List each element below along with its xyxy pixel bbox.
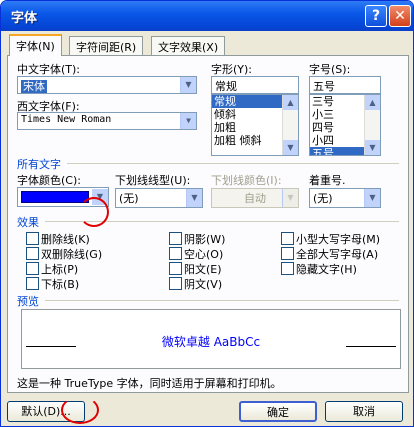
shadow-label: 阴影(W) (184, 233, 226, 246)
dropdown-arrow-icon[interactable]: ▼ (180, 113, 196, 129)
tab-character-spacing[interactable]: 字符间距(R) (69, 36, 144, 57)
font-dialog: 字体 ? ✕ 字体(N) 字符间距(R) 文字效果(X) 中文字体(T): 宋体… (0, 0, 414, 427)
superscript-checkbox[interactable] (26, 262, 39, 275)
small-caps-checkbox[interactable] (281, 232, 294, 245)
scroll-down-icon[interactable]: ▼ (283, 140, 298, 155)
western-font-value: Times New Roman (21, 114, 112, 125)
font-color-swatch (21, 191, 89, 203)
underline-color-label: 下划线颜色(I): (211, 174, 282, 187)
superscript-label: 上标(P) (41, 263, 79, 276)
scroll-up-icon[interactable]: ▲ (283, 95, 298, 110)
scrollbar[interactable]: ▲ ▼ (282, 95, 298, 155)
emphasis-mark-value: (无) (313, 192, 333, 205)
help-button[interactable]: ? (365, 5, 387, 27)
preview-box: 微软卓越 AaBbCc (21, 309, 401, 369)
emboss-label: 阳文(E) (184, 263, 222, 276)
engrave-label: 阴文(V) (184, 278, 223, 291)
underline-color-value: 自动 (244, 192, 266, 205)
emboss-checkbox[interactable] (169, 262, 182, 275)
font-color-label: 字体颜色(C): (17, 174, 81, 187)
subscript-label: 下标(B) (41, 278, 80, 291)
group-divider (45, 300, 399, 301)
dropdown-arrow-icon: ▼ (282, 189, 298, 207)
font-style-label: 字形(Y): (211, 63, 253, 76)
font-size-input[interactable]: 五号 (309, 76, 381, 94)
effects-group-title: 效果 (17, 216, 39, 229)
shadow-checkbox[interactable] (169, 232, 182, 245)
all-text-group-title: 所有文字 (17, 158, 61, 171)
all-caps-checkbox[interactable] (281, 247, 294, 260)
font-style-input[interactable]: 常规 (211, 76, 299, 94)
dialog-title: 字体 (11, 11, 38, 26)
strikethrough-label: 删除线(K) (41, 233, 90, 246)
scroll-up-icon[interactable]: ▲ (365, 95, 380, 110)
hidden-text-label: 隐藏文字(H) (296, 263, 357, 276)
dropdown-arrow-icon[interactable]: ▼ (186, 189, 202, 207)
underline-style-combo[interactable]: (无) ▼ (115, 188, 203, 208)
preview-group-title: 预览 (17, 295, 39, 308)
font-style-list[interactable]: 常规 倾斜 加粗 加粗 倾斜 ▲ ▼ (211, 94, 299, 156)
western-font-combo[interactable]: Times New Roman ▼ (17, 112, 197, 130)
scroll-down-icon[interactable]: ▼ (365, 140, 380, 155)
ok-button[interactable]: 确定 (239, 401, 317, 422)
chinese-font-label: 中文字体(T): (17, 63, 81, 76)
cancel-button[interactable]: 取消 (325, 401, 403, 422)
red-circle-annotation (61, 396, 99, 424)
subscript-checkbox[interactable] (26, 277, 39, 290)
dropdown-arrow-icon[interactable]: ▼ (180, 77, 196, 93)
engrave-checkbox[interactable] (169, 277, 182, 290)
title-bar[interactable]: 字体 ? ✕ (1, 1, 413, 31)
emphasis-mark-combo[interactable]: (无) ▼ (309, 188, 381, 208)
tab-text-effects[interactable]: 文字效果(X) (151, 36, 226, 57)
chinese-font-combo[interactable]: 宋体 ▼ (17, 76, 197, 94)
outline-label: 空心(O) (184, 248, 224, 261)
preview-sample-text: 微软卓越 AaBbCc (161, 335, 261, 349)
underline-style-label: 下划线线型(U): (115, 174, 191, 187)
underline-style-value: (无) (119, 192, 139, 205)
group-divider (67, 163, 399, 164)
hidden-text-checkbox[interactable] (281, 262, 294, 275)
double-strikethrough-label: 双删除线(G) (41, 248, 103, 261)
dropdown-arrow-icon[interactable]: ▼ (364, 189, 380, 207)
all-caps-label: 全部大写字母(A) (296, 248, 379, 261)
double-strikethrough-checkbox[interactable] (26, 247, 39, 260)
font-info-note: 这是一种 TrueType 字体，同时适用于屏幕和打印机。 (17, 377, 282, 390)
chinese-font-value: 宋体 (21, 80, 47, 93)
scrollbar[interactable]: ▲ ▼ (364, 95, 380, 155)
close-button[interactable]: ✕ (389, 5, 411, 27)
outline-checkbox[interactable] (169, 247, 182, 260)
tab-font[interactable]: 字体(N) (9, 34, 62, 56)
emphasis-mark-label: 着重号. (309, 174, 346, 187)
font-size-label: 字号(S): (309, 63, 351, 76)
underline-color-combo: 自动 ▼ (211, 188, 299, 208)
red-circle-annotation (79, 197, 109, 227)
strikethrough-checkbox[interactable] (26, 232, 39, 245)
font-size-list[interactable]: 三号 小三 四号 小四 五号 ▲ ▼ (309, 94, 381, 156)
small-caps-label: 小型大写字母(M) (296, 233, 381, 246)
